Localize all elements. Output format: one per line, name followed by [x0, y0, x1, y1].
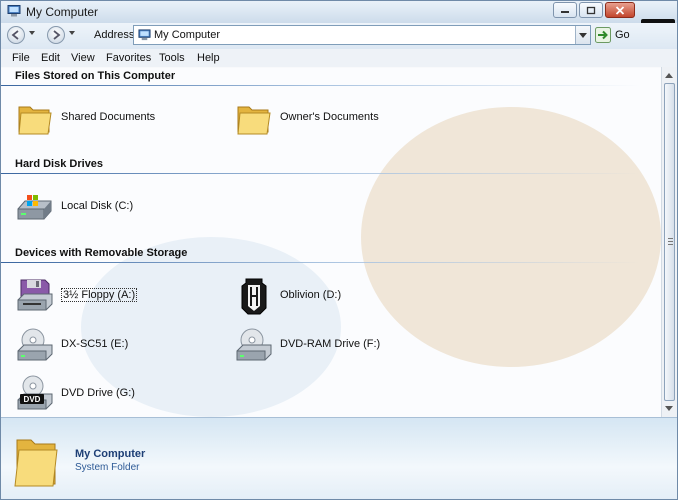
folder-icon — [14, 439, 58, 487]
explorer-window: My Computer Address My Computer Go File … — [0, 0, 678, 500]
computer-icon — [138, 29, 151, 41]
computer-icon — [7, 5, 21, 17]
item-dx-sc51-e[interactable]: DX-SC51 (E:) — [15, 325, 225, 365]
folder-icon — [237, 106, 271, 135]
details-subtitle: System Folder — [75, 462, 140, 473]
minimize-button[interactable] — [553, 2, 577, 18]
address-label: Address — [94, 29, 135, 41]
section-heading-hdd: Hard Disk Drives — [15, 158, 104, 170]
item-owners-documents[interactable]: Owner's Documents — [234, 98, 444, 138]
item-label: DVD-RAM Drive (F:) — [280, 338, 381, 350]
forward-arrow-icon — [53, 30, 61, 40]
menu-view[interactable]: View — [71, 52, 95, 64]
cd-drive-icon — [236, 328, 272, 361]
title-bar[interactable]: My Computer — [1, 1, 677, 23]
section-divider — [1, 262, 641, 263]
maximize-button[interactable] — [579, 2, 603, 18]
content-pane: Files Stored on This Computer Shared Doc… — [1, 67, 661, 417]
go-arrow-icon — [595, 27, 611, 43]
menu-edit[interactable]: Edit — [41, 52, 60, 64]
item-label: Local Disk (C:) — [61, 200, 134, 212]
item-oblivion-d[interactable]: Oblivion (D:) — [234, 276, 444, 316]
item-label: DVD Drive (G:) — [61, 387, 135, 399]
address-value: My Computer — [154, 29, 221, 41]
dvd-badge: DVD — [24, 395, 41, 404]
floppy-icon — [17, 279, 53, 311]
grip-line — [668, 241, 673, 242]
dvd-drive-icon: DVD — [17, 375, 53, 410]
menu-tools[interactable]: Tools — [159, 52, 185, 64]
item-label: DX-SC51 (E:) — [61, 338, 129, 350]
section-heading-files: Files Stored on This Computer — [15, 70, 176, 82]
minimize-icon — [561, 11, 569, 13]
back-arrow-icon — [11, 30, 19, 40]
item-local-disk-c[interactable]: Local Disk (C:) — [15, 187, 225, 227]
grip-line — [668, 238, 673, 239]
scroll-down-arrow[interactable] — [665, 406, 673, 411]
item-shared-documents[interactable]: Shared Documents — [15, 98, 225, 138]
vertical-scrollbar[interactable] — [661, 67, 677, 417]
address-toolbar: Address My Computer Go — [1, 23, 677, 49]
address-input[interactable]: My Computer — [133, 25, 591, 45]
menu-bar: File Edit View Favorites Tools Help — [1, 49, 677, 68]
back-dropdown[interactable] — [29, 31, 35, 35]
menu-favorites[interactable]: Favorites — [106, 52, 151, 64]
item-label: 3½ Floppy (A:) — [61, 288, 138, 302]
maximize-icon — [586, 6, 596, 14]
cd-drive-icon — [17, 328, 53, 361]
details-pane: My Computer System Folder — [1, 417, 677, 499]
section-divider — [1, 173, 641, 174]
grip-line — [668, 244, 673, 245]
close-button[interactable] — [605, 2, 635, 18]
item-label: Oblivion (D:) — [280, 289, 342, 301]
forward-dropdown[interactable] — [69, 31, 75, 35]
close-icon — [615, 5, 625, 15]
scroll-up-arrow[interactable] — [665, 73, 673, 78]
menu-file[interactable]: File — [12, 52, 30, 64]
item-label: Shared Documents — [61, 111, 156, 123]
window-title: My Computer — [26, 5, 99, 19]
details-title: My Computer — [75, 448, 146, 460]
address-dropdown-button[interactable] — [575, 26, 590, 44]
chevron-down-icon — [579, 32, 587, 38]
hard-disk-icon — [17, 195, 52, 220]
go-button[interactable]: Go — [595, 25, 635, 45]
go-label: Go — [615, 29, 630, 41]
item-dvd-ram-f[interactable]: DVD-RAM Drive (F:) — [234, 325, 444, 365]
forward-button[interactable] — [47, 26, 65, 44]
oblivion-disc-icon — [241, 278, 267, 315]
section-divider — [1, 85, 641, 86]
folder-icon — [18, 106, 52, 135]
menu-help[interactable]: Help — [197, 52, 220, 64]
item-label: Owner's Documents — [280, 111, 379, 123]
section-heading-removable: Devices with Removable Storage — [15, 247, 188, 259]
back-button[interactable] — [7, 26, 25, 44]
scroll-thumb[interactable] — [664, 83, 675, 401]
item-dvd-drive-g[interactable]: DVD DVD Drive (G:) — [15, 374, 225, 414]
item-floppy-a[interactable]: 3½ Floppy (A:) — [15, 276, 225, 316]
